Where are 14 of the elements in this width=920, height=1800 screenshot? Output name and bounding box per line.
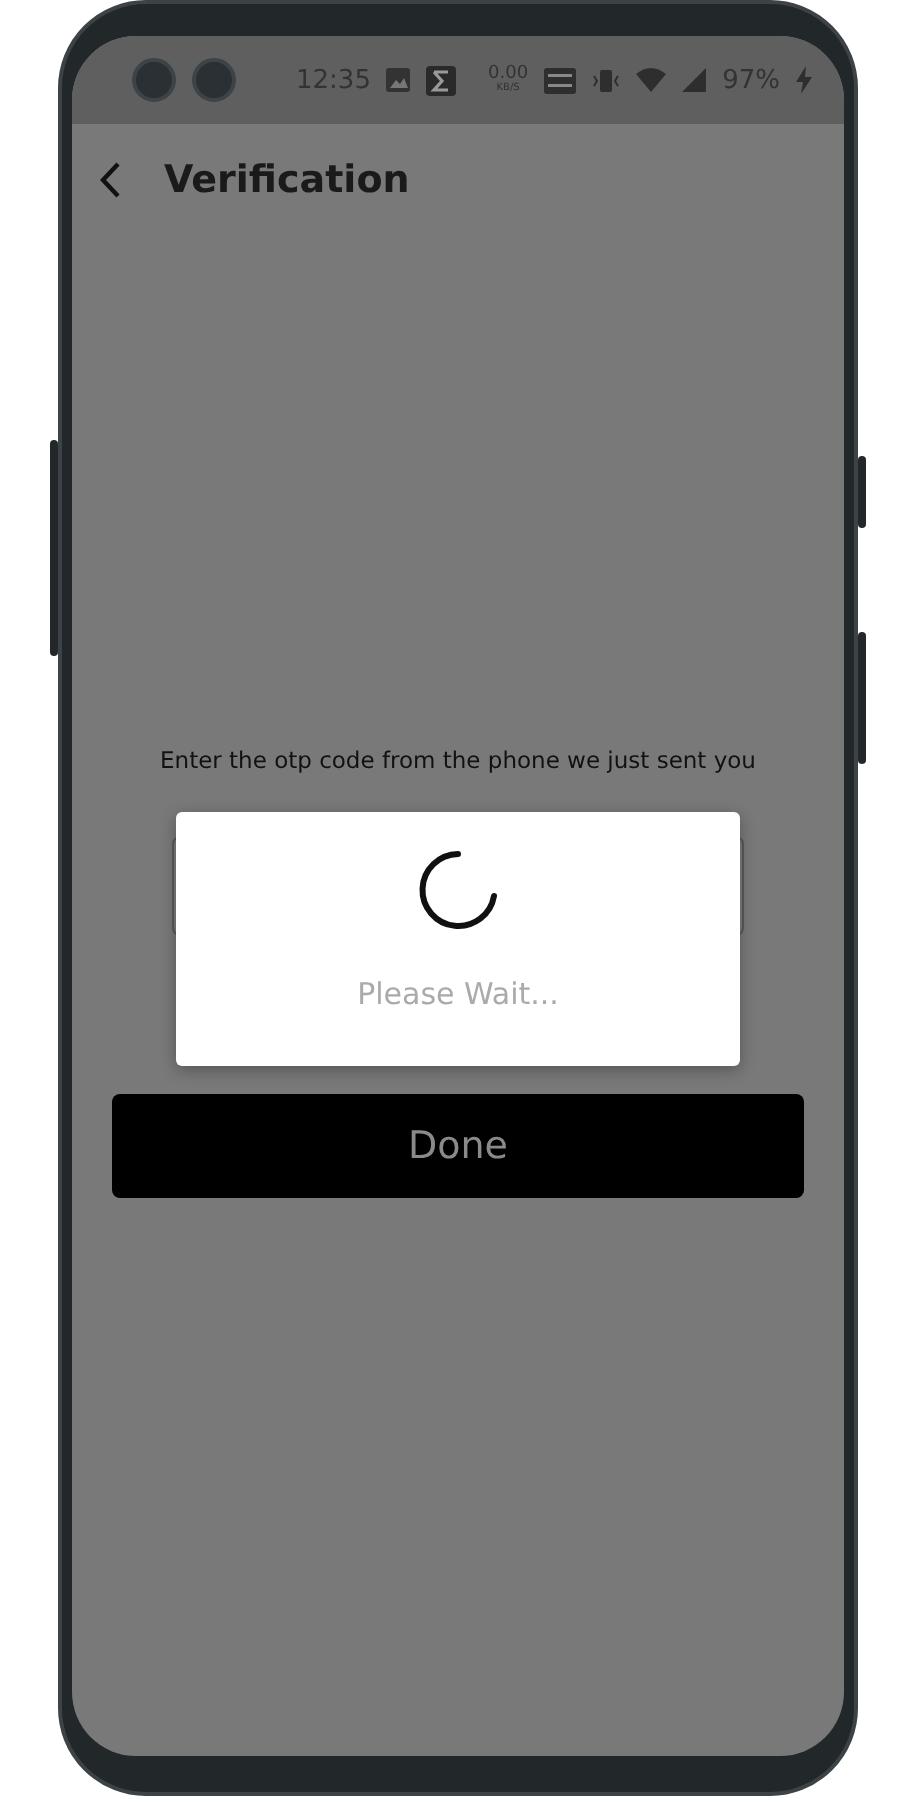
image-icon [386,68,411,92]
page-title: Verification [164,158,410,202]
done-button[interactable]: Done [112,1094,804,1198]
vibrate-icon [592,67,621,93]
wifi-icon [636,68,667,92]
signal-icon [682,68,707,92]
camera-icon [132,58,176,102]
otp-instruction: Enter the otp code from the phone we just sent you [158,746,758,774]
sigma-icon [426,65,457,95]
back-icon[interactable] [100,162,120,198]
spinner-icon [416,848,500,932]
camera-icon [192,58,236,102]
wait-message: Please Wait... [357,976,559,1012]
lightning-icon [796,66,812,94]
